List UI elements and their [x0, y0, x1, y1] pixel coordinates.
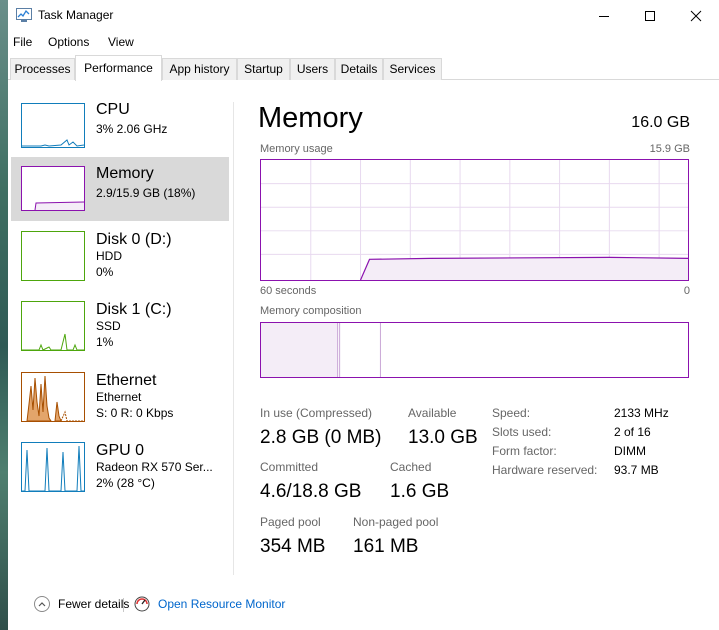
resource-name-disk-0: Disk 0 (D:)	[96, 231, 172, 248]
disk-1-thumbnail-graph	[21, 301, 85, 351]
memory-composition-label: Memory composition	[260, 305, 362, 317]
footer: Fewer details Open Resource Monitor	[8, 580, 719, 630]
memory-thumbnail-graph	[21, 166, 85, 211]
spec-hardware-reserved-value: 93.7 MB	[614, 463, 659, 477]
footer-separator	[123, 598, 124, 612]
resource-item-disk-0[interactable]: Disk 0 (D:) HDD 0%	[11, 230, 229, 294]
resource-name-disk-1: Disk 1 (C:)	[96, 301, 172, 318]
memory-detail-panel: Memory 16.0 GB Memory usage 15.9 GB 60 s…	[248, 80, 698, 580]
resource-detail-memory: 2.9/15.9 GB (18%)	[96, 186, 196, 200]
tab-services[interactable]: Services	[383, 58, 442, 80]
in-use-value: 2.8 GB (0 MB)	[260, 427, 382, 448]
task-manager-icon	[16, 8, 32, 22]
fewer-details-label: Fewer details	[58, 597, 130, 611]
cached-value: 1.6 GB	[390, 481, 450, 502]
menu-options[interactable]: Options	[48, 35, 89, 49]
resource-type-disk-1: SSD	[96, 319, 121, 333]
graph-axis-right: 0	[683, 285, 690, 297]
resource-usage-gpu-0: 2% (28 °C)	[96, 476, 155, 490]
resource-item-gpu-0[interactable]: GPU 0 Radeon RX 570 Ser... 2% (28 °C)	[11, 441, 229, 505]
memory-composition-bar	[260, 322, 689, 378]
close-button[interactable]	[673, 0, 719, 31]
memory-usage-max: 15.9 GB	[649, 143, 690, 155]
tab-details[interactable]: Details	[335, 58, 383, 80]
resource-usage-disk-1: 1%	[96, 335, 114, 349]
resource-usage-disk-0: 0%	[96, 265, 114, 279]
tab-users[interactable]: Users	[290, 58, 335, 80]
memory-usage-graph	[260, 159, 689, 281]
in-use-label: In use (Compressed)	[260, 406, 373, 420]
resource-throughput-ethernet: S: 0 R: 0 Kbps	[96, 406, 174, 420]
spec-slots-label: Slots used:	[492, 425, 552, 439]
resource-name-gpu-0: GPU 0	[96, 442, 145, 459]
paged-pool-label: Paged pool	[260, 515, 321, 529]
tab-bar: Processes Performance App history Startu…	[8, 54, 719, 81]
memory-total: 16.0 GB	[631, 114, 690, 131]
committed-label: Committed	[260, 460, 319, 474]
open-resource-monitor-label: Open Resource Monitor	[158, 597, 286, 611]
tab-startup[interactable]: Startup	[237, 58, 290, 80]
close-icon	[690, 10, 702, 21]
graph-axis-left: 60 seconds	[260, 285, 317, 297]
resource-monitor-icon	[134, 596, 150, 612]
resource-detail-cpu: 3% 2.06 GHz	[96, 122, 168, 136]
disk-0-thumbnail-graph	[21, 231, 85, 281]
paged-pool-value: 354 MB	[260, 536, 326, 557]
spec-hardware-reserved-label: Hardware reserved:	[492, 463, 598, 477]
minimize-icon	[599, 15, 609, 17]
memory-usage-label: Memory usage	[260, 143, 333, 155]
maximize-icon	[645, 10, 655, 21]
task-manager-window: Task Manager File Options View Processes…	[8, 0, 719, 630]
resource-item-ethernet[interactable]: Ethernet Ethernet S: 0 R: 0 Kbps	[11, 371, 229, 435]
spec-form-factor-label: Form factor:	[492, 444, 557, 458]
spec-slots-value: 2 of 16	[614, 425, 651, 439]
memory-title: Memory	[258, 102, 363, 134]
spec-speed-label: Speed:	[492, 406, 531, 420]
tab-processes[interactable]: Processes	[10, 58, 75, 80]
menu-bar: File Options View	[8, 31, 719, 53]
tab-performance[interactable]: Performance	[75, 55, 162, 81]
window-title: Task Manager	[38, 8, 114, 22]
maximize-button[interactable]	[627, 0, 673, 31]
committed-value: 4.6/18.8 GB	[260, 481, 362, 502]
minimize-button[interactable]	[581, 0, 627, 31]
non-paged-pool-label: Non-paged pool	[353, 515, 439, 529]
ethernet-thumbnail-graph	[21, 372, 85, 422]
spec-form-factor-value: DIMM	[614, 444, 646, 458]
performance-content: CPU 3% 2.06 GHz Memory 2.9/15.9 GB (18%)…	[8, 80, 719, 580]
spec-speed-value: 2133 MHz	[614, 406, 669, 420]
available-label: Available	[408, 406, 457, 420]
resource-item-memory[interactable]: Memory 2.9/15.9 GB (18%)	[11, 157, 229, 221]
title-bar[interactable]: Task Manager	[8, 0, 719, 31]
resource-type-disk-0: HDD	[96, 249, 122, 263]
menu-file[interactable]: File	[13, 35, 32, 49]
resource-name-cpu: CPU	[96, 101, 130, 118]
cached-label: Cached	[390, 460, 432, 474]
resource-item-disk-1[interactable]: Disk 1 (C:) SSD 1%	[11, 300, 229, 364]
chevron-up-icon	[34, 596, 50, 612]
panel-divider	[233, 102, 234, 575]
resource-list: CPU 3% 2.06 GHz Memory 2.9/15.9 GB (18%)…	[8, 80, 234, 580]
available-value: 13.0 GB	[408, 427, 478, 448]
fewer-details-button[interactable]: Fewer details	[34, 596, 129, 612]
menu-view[interactable]: View	[108, 35, 134, 49]
tab-app-history[interactable]: App history	[162, 58, 237, 80]
gpu-0-thumbnail-graph	[21, 442, 85, 492]
resource-item-cpu[interactable]: CPU 3% 2.06 GHz	[11, 100, 229, 164]
resource-type-ethernet: Ethernet	[96, 390, 142, 404]
non-paged-pool-value: 161 MB	[353, 536, 419, 557]
resource-name-ethernet: Ethernet	[96, 372, 157, 389]
resource-name-memory: Memory	[96, 165, 154, 182]
cpu-thumbnail-graph	[21, 103, 85, 148]
open-resource-monitor-link[interactable]: Open Resource Monitor	[134, 596, 285, 612]
resource-model-gpu-0: Radeon RX 570 Ser...	[96, 460, 213, 474]
